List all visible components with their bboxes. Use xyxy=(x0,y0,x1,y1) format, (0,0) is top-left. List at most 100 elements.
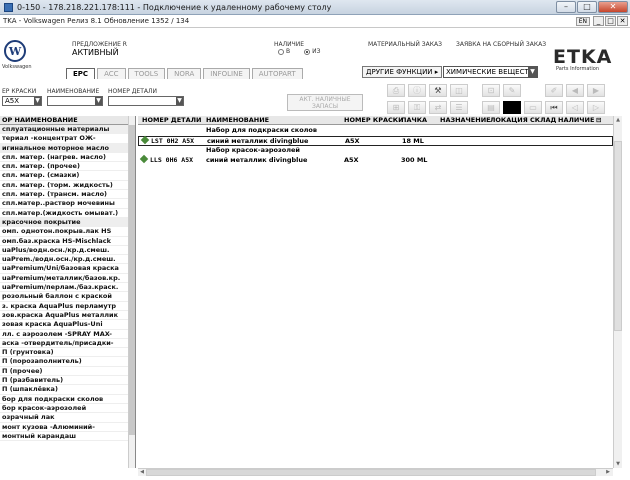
list-item[interactable]: з. краска AquaPlus перламутр xyxy=(0,302,135,311)
table-row[interactable]: Набор для подкраски сколов xyxy=(138,126,613,136)
black-panel-icon[interactable] xyxy=(503,101,521,114)
name-input[interactable]: ▼ xyxy=(47,96,103,106)
col-warehouse[interactable]: СКЛАД xyxy=(530,116,556,125)
list-item[interactable]: аска -отвердитель/присадки- xyxy=(0,339,135,349)
list-item[interactable]: П (разбавитель) xyxy=(0,376,135,386)
list-item[interactable]: uaPremium/Uni/базовая краска xyxy=(0,264,135,274)
transfer-icon[interactable]: ⇄ xyxy=(429,101,447,114)
list-item[interactable]: монтный карандаш xyxy=(0,432,135,442)
list-item[interactable]: П (грунтовка) xyxy=(0,348,135,358)
list-item[interactable]: монт кузова -Алюминий- xyxy=(0,423,135,432)
back-icon[interactable]: ◀ xyxy=(566,84,584,97)
column-settings-icon[interactable]: ⊟ xyxy=(596,116,601,125)
list-item[interactable]: uaPrem./водн.осн./кр.д.смеш. xyxy=(0,255,135,265)
key-icon[interactable]: ⚿ xyxy=(408,101,426,114)
material-order-label[interactable]: МАТЕРИАЛЬНЫЙ ЗАКАЗ xyxy=(368,41,442,48)
list-item[interactable]: зовая краска AquaPlus-Uni xyxy=(0,320,135,330)
list-item[interactable]: сплуатационные материалы xyxy=(0,125,135,135)
print-icon[interactable]: ⎙ xyxy=(387,84,405,97)
list-item[interactable]: спл. матер. (нагрев. масло) xyxy=(0,153,135,163)
list-item[interactable]: uaPremium/металлик/базов.кр. xyxy=(0,274,135,284)
list-item[interactable]: спл. матер. (трансм. масло) xyxy=(0,190,135,200)
forward-icon[interactable]: ▶ xyxy=(587,84,605,97)
list-item[interactable]: бор для подкраски сколов xyxy=(0,395,135,404)
screen-icon[interactable]: ▭ xyxy=(524,101,542,114)
chevron-down-icon[interactable]: ▼ xyxy=(95,97,102,105)
first-page-icon[interactable]: ⏮ xyxy=(545,101,563,114)
radio-iz[interactable]: ИЗ xyxy=(304,48,320,55)
col-name[interactable]: НАИМЕНОВАНИЕ xyxy=(206,116,269,125)
scroll-left-icon[interactable]: ◀ xyxy=(138,469,146,476)
tab-nora[interactable]: NORA xyxy=(167,68,202,79)
grid-vertical-scrollbar[interactable]: ▲ ▼ xyxy=(613,116,622,468)
list-item[interactable]: териал -концентрат ОЖ- xyxy=(0,134,135,144)
list-item[interactable]: спл.матер..раствор мочевины xyxy=(0,199,135,209)
list-icon[interactable]: ☰ xyxy=(450,101,468,114)
category-list-header[interactable]: ОР НАИМЕНОВАНИЕ xyxy=(0,116,135,125)
list-item[interactable]: П (порозаполнитель) xyxy=(0,357,135,367)
stock-availability-button[interactable]: АКТ. НАЛИЧНЫЕ ЗАПАСЫ xyxy=(287,94,363,111)
scroll-right-icon[interactable]: ▶ xyxy=(604,469,612,476)
radio-b[interactable]: B xyxy=(278,48,290,55)
etka-minimize-button[interactable]: _ xyxy=(593,16,604,26)
etka-close-button[interactable]: ✕ xyxy=(617,16,628,26)
collect-order-label[interactable]: ЗАЯВКА НА СБОРНЫЙ ЗАКАЗ xyxy=(456,41,546,48)
col-paint-number[interactable]: НОМЕР КРАСКИ xyxy=(344,116,404,125)
prev-icon[interactable]: ◁ xyxy=(566,101,584,114)
chevron-down-icon[interactable]: ▼ xyxy=(34,97,41,105)
paint-number-input[interactable]: A5X ▼ xyxy=(2,96,42,106)
info-icon[interactable]: ⓘ xyxy=(408,84,426,97)
list-item[interactable]: П (шпаклёвка) xyxy=(0,385,135,395)
list-item[interactable]: спл. матер. (прочее) xyxy=(0,162,135,172)
etka-maximize-button[interactable]: □ xyxy=(605,16,616,26)
pencil-icon[interactable] xyxy=(139,154,149,166)
grid-horizontal-scrollbar[interactable]: ◀ ▶ xyxy=(138,468,613,476)
rdp-maximize-button[interactable]: □ xyxy=(577,1,597,13)
list-item[interactable]: спл. матер. (смазки) xyxy=(0,171,135,181)
list-item[interactable]: игинальное моторное масло xyxy=(0,143,135,153)
col-pack[interactable]: ПАЧКА xyxy=(401,116,427,125)
tab-acc[interactable]: ACC xyxy=(97,68,126,79)
list-item[interactable]: омп. однотон.покрыв.лак HS xyxy=(0,227,135,237)
wrench-icon[interactable]: ✎ xyxy=(503,84,521,97)
list-item[interactable]: озрачный лак xyxy=(0,413,135,423)
col-part-number[interactable]: НОМЕР ДЕТАЛИ xyxy=(142,116,201,125)
list-item[interactable]: лл. с аэрозолем -SPRAY MAX- xyxy=(0,330,135,339)
tab-autopart[interactable]: AUTOPART xyxy=(251,68,303,79)
cart-icon[interactable]: ⊞ xyxy=(387,101,405,114)
scroll-down-icon[interactable]: ▼ xyxy=(614,460,622,468)
scroll-up-icon[interactable]: ▲ xyxy=(614,116,622,124)
col-availability[interactable]: НАЛИЧИЕ xyxy=(558,116,594,125)
grid-scroll-thumb[interactable] xyxy=(614,141,622,331)
camera-icon[interactable]: ◫ xyxy=(450,84,468,97)
list-item[interactable]: uaPlus/водн.осн./кр.д.смеш. xyxy=(0,246,135,256)
language-indicator[interactable]: EN xyxy=(575,17,590,26)
list-item[interactable]: П (прочее) xyxy=(0,367,135,377)
rdp-close-button[interactable]: ✕ xyxy=(598,1,628,13)
tool-icon[interactable]: ⚒ xyxy=(429,84,447,97)
list-item[interactable]: зов.краска AquaPlus металлик xyxy=(0,311,135,321)
table-row[interactable]: LST 0H2 A5X синий металлик divingblue A5X 1… xyxy=(138,135,613,146)
list-item[interactable]: uaPremium/перлам./баз.краск. xyxy=(0,283,135,293)
list-item[interactable]: красочное покрытие xyxy=(0,217,135,228)
category-scrollbar[interactable] xyxy=(128,116,135,468)
list-item[interactable]: бор красок-аэрозолей xyxy=(0,404,135,414)
pencil-icon[interactable]: ✐ xyxy=(545,84,563,97)
tab-infoline[interactable]: INFOLINE xyxy=(203,68,250,79)
tab-tools[interactable]: TOOLS xyxy=(127,68,166,79)
car-icon[interactable]: ⊡ xyxy=(482,84,500,97)
list-item[interactable]: спл. матер. (торм. жидкость) xyxy=(0,181,135,191)
other-functions-button[interactable]: ДРУГИЕ ФУНКЦИИ ▸ xyxy=(362,66,442,78)
col-purpose[interactable]: НАЗНАЧЕНИЕ xyxy=(440,116,491,125)
docs-icon[interactable]: ▤ xyxy=(482,101,500,114)
list-item[interactable]: спл.матер.(жидкость омыват.) xyxy=(0,209,135,218)
chevron-down-icon[interactable]: ▼ xyxy=(176,97,183,105)
col-location[interactable]: ЛОКАЦИЯ xyxy=(490,116,528,125)
chevron-down-icon[interactable]: ▼ xyxy=(528,67,537,77)
list-item[interactable]: розольный баллон с краской xyxy=(0,292,135,302)
part-number-input[interactable]: ▼ xyxy=(108,96,184,106)
list-item[interactable]: омп.баз.краска HS-Mischlack xyxy=(0,237,135,246)
category-scroll-thumb[interactable] xyxy=(129,125,135,435)
tab-epc[interactable]: EPC xyxy=(66,68,96,79)
table-row[interactable]: Набор красок-аэрозолей xyxy=(138,146,613,156)
